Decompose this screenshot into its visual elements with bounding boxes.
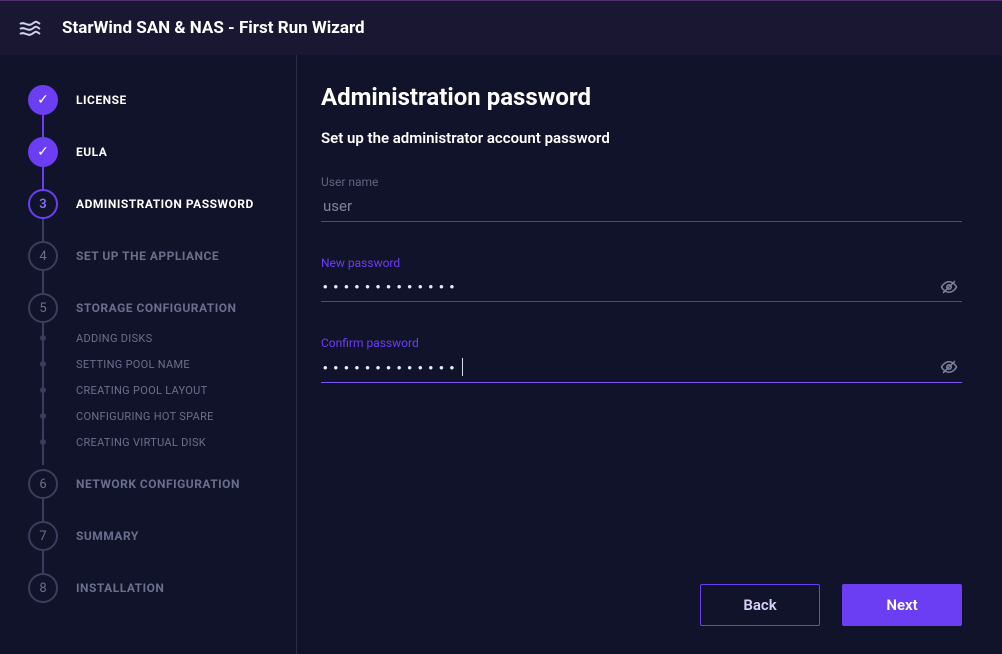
step-number: 3 [28,189,58,219]
step-license[interactable]: ✓ LICENSE [28,85,276,115]
wizard-footer: Back Next [321,584,962,630]
step-setup-appliance: 4 SET UP THE APPLIANCE [28,241,276,271]
step-network-configuration: 6 NETWORK CONFIGURATION [28,469,276,499]
back-button[interactable]: Back [700,584,820,626]
page-title: Administration password [321,83,962,111]
toggle-password-visibility-icon[interactable] [938,276,960,298]
step-storage-configuration: 5 STORAGE CONFIGURATION [28,293,276,323]
next-button[interactable]: Next [842,584,962,626]
app-title: StarWind SAN & NAS - First Run Wizard [62,18,365,38]
toggle-password-visibility-icon[interactable] [938,356,960,378]
step-number: 5 [28,293,58,323]
wizard-stepper: ✓ LICENSE ✓ EULA 3 ADMINISTRATION PASSWO… [0,55,296,654]
step-label: LICENSE [76,93,127,107]
step-label: SUMMARY [76,529,139,543]
new-password-value[interactable]: ••••••••••••• [323,279,460,294]
new-password-field[interactable]: New password ••••••••••••• [321,256,962,302]
substep-setting-pool-name: SETTING POOL NAME [28,351,276,377]
page-subtitle: Set up the administrator account passwor… [321,129,962,147]
substep-creating-virtual-disk: CREATING VIRTUAL DISK [28,429,276,455]
username-value: user [323,197,352,215]
step-summary: 7 SUMMARY [28,521,276,551]
substep-adding-disks: ADDING DISKS [28,325,276,351]
storage-substeps: ADDING DISKS SETTING POOL NAME CREATING … [28,325,276,455]
app-logo-icon [18,16,42,40]
step-label: EULA [76,145,107,159]
confirm-password-value[interactable]: ••••••••••••• [323,360,460,375]
substep-creating-pool-layout: CREATING POOL LAYOUT [28,377,276,403]
step-administration-password[interactable]: 3 ADMINISTRATION PASSWORD [28,189,276,219]
step-number: 4 [28,241,58,271]
step-number: 6 [28,469,58,499]
app-header: StarWind SAN & NAS - First Run Wizard [0,0,1002,55]
step-label: STORAGE CONFIGURATION [76,301,236,315]
new-password-label: New password [321,256,962,270]
confirm-password-field[interactable]: Confirm password ••••••••••••• [321,336,962,383]
confirm-password-label: Confirm password [321,336,962,350]
step-number: 8 [28,573,58,603]
step-number: 7 [28,521,58,551]
check-icon: ✓ [28,137,58,167]
username-field: User name user [321,175,962,222]
step-eula[interactable]: ✓ EULA [28,137,276,167]
step-label: INSTALLATION [76,581,164,595]
wizard-page: Administration password Set up the admin… [296,55,1002,654]
substep-configuring-hot-spare: CONFIGURING HOT SPARE [28,403,276,429]
check-icon: ✓ [28,85,58,115]
step-label: ADMINISTRATION PASSWORD [76,197,254,211]
step-label: SET UP THE APPLIANCE [76,249,219,263]
text-caret [462,358,463,376]
step-installation: 8 INSTALLATION [28,573,276,603]
username-label: User name [321,175,962,189]
step-label: NETWORK CONFIGURATION [76,477,240,491]
